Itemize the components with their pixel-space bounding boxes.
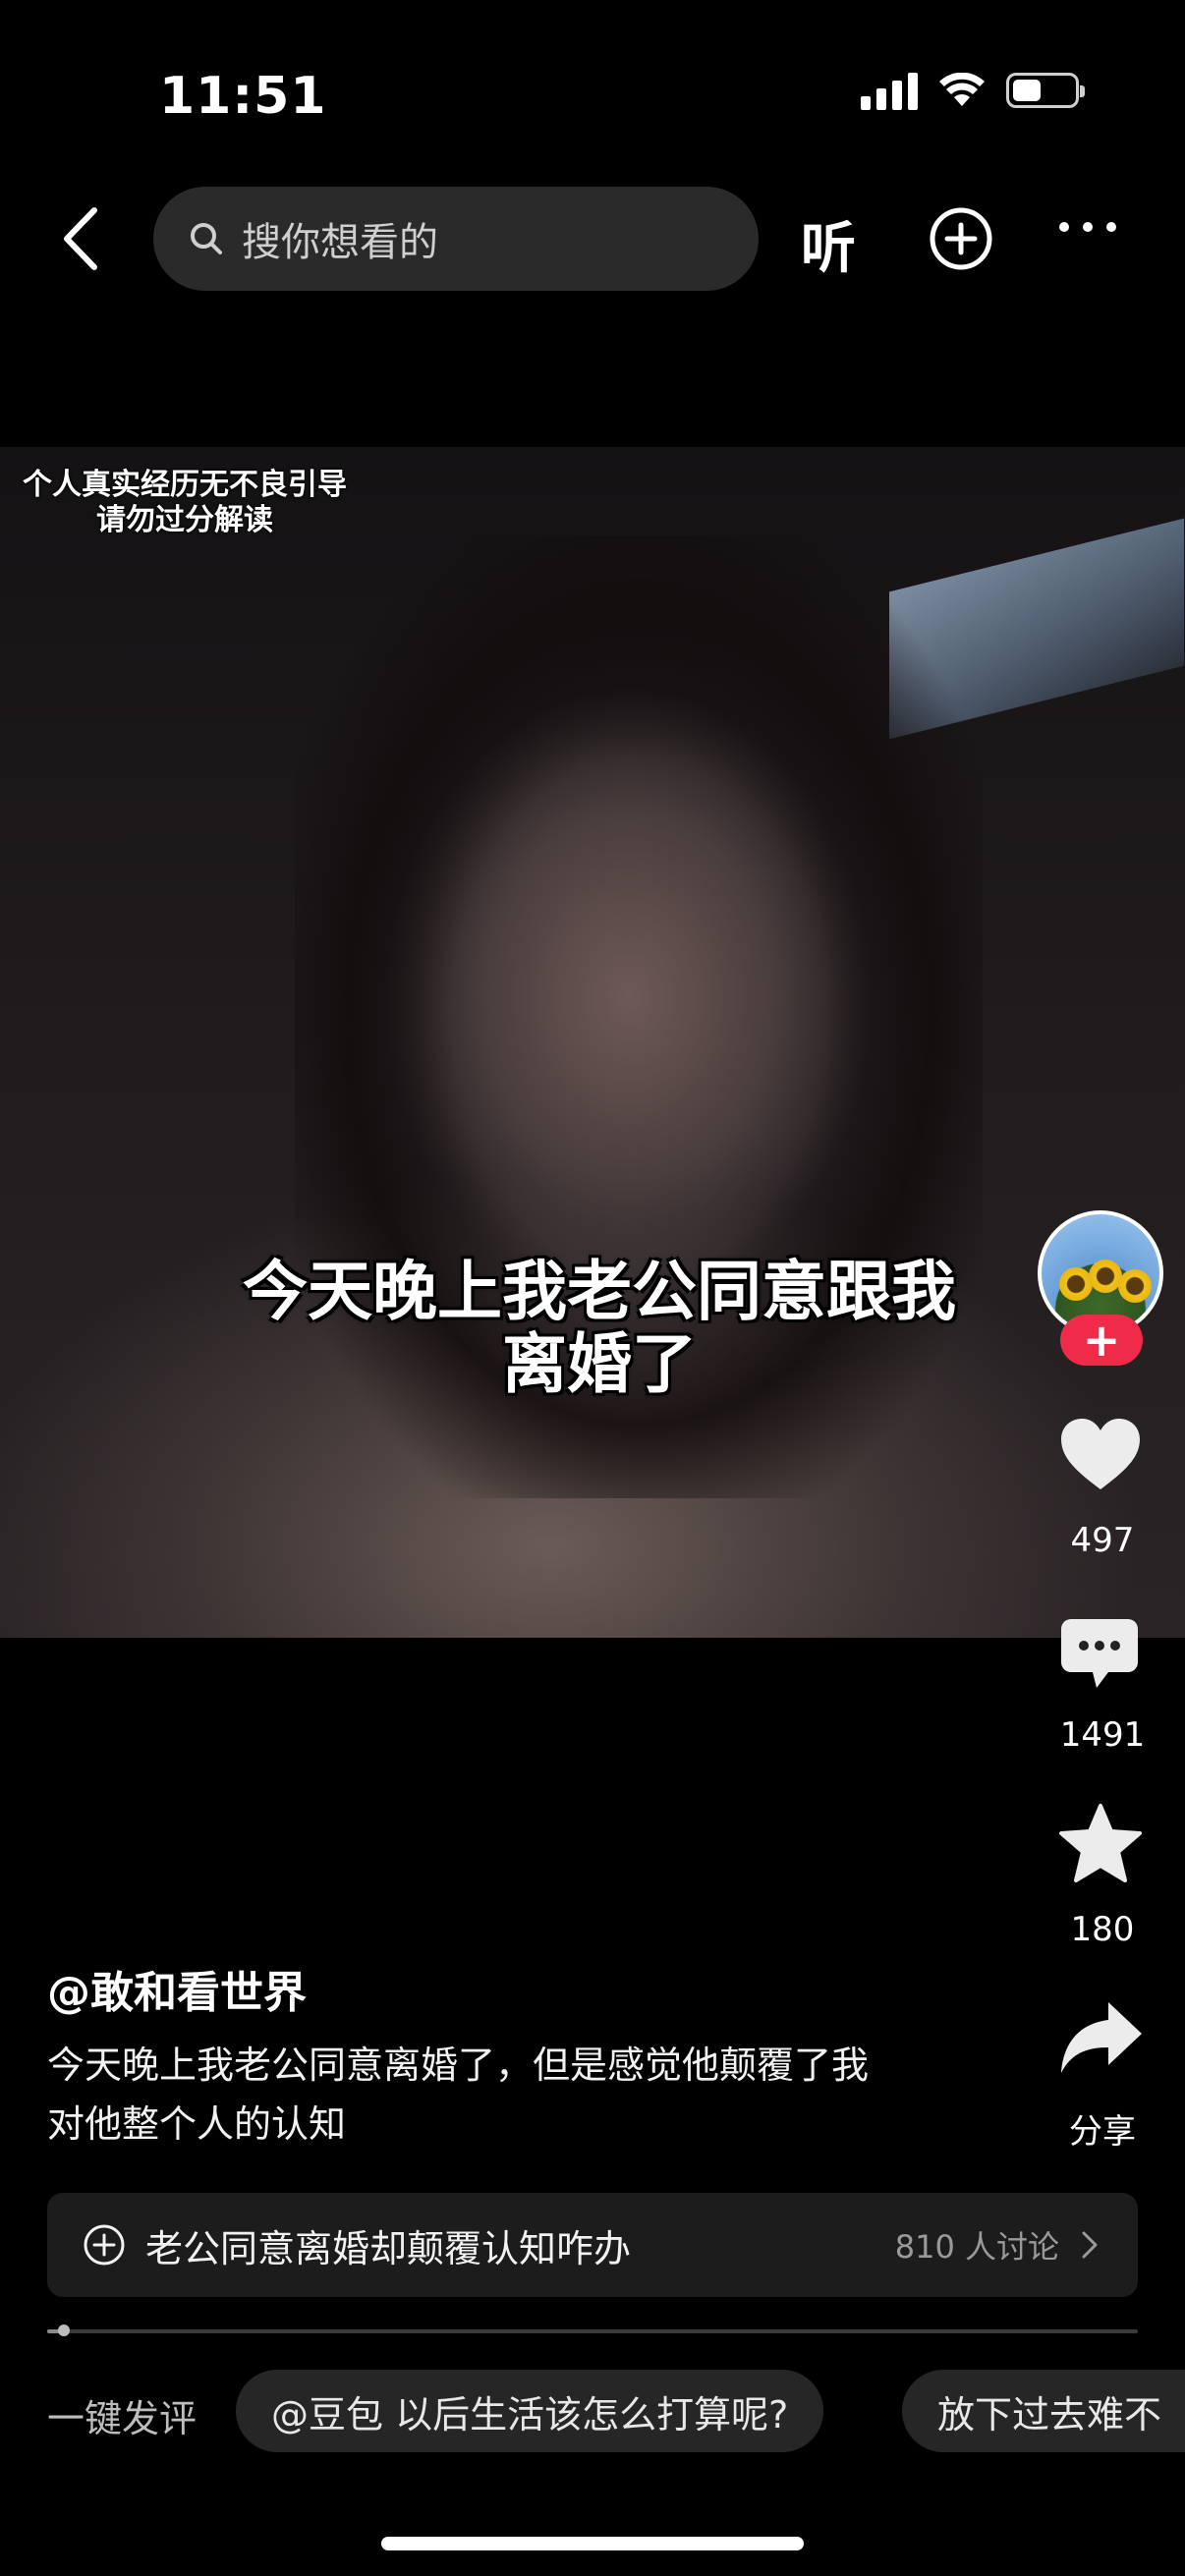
cellular-signal-icon xyxy=(861,71,918,110)
search-icon xyxy=(191,223,222,254)
add-topic-icon xyxy=(84,2224,125,2266)
battery-level xyxy=(1013,80,1041,101)
caption-line-2: 对他整个人的认知 xyxy=(47,2102,347,2146)
quick-comment-chip[interactable]: @豆包 以后生活该怎么打算呢? xyxy=(236,2370,824,2452)
comment-button[interactable] xyxy=(1057,1615,1142,1694)
comment-count: 1491 xyxy=(1059,1715,1146,1755)
sunflower-icon xyxy=(1118,1269,1152,1303)
search-input[interactable]: 搜你想看的 xyxy=(153,187,759,291)
add-button[interactable] xyxy=(929,206,993,271)
listen-button[interactable]: 听 xyxy=(801,204,856,284)
caption-line-1: 今天晚上我老公同意离婚了，但是感觉他颠覆了我 xyxy=(47,2044,870,2087)
favorite-count: 180 xyxy=(1070,1910,1135,1949)
sunflower-icon xyxy=(1089,1260,1122,1293)
home-indicator[interactable] xyxy=(381,2537,804,2550)
more-options-button[interactable] xyxy=(1059,222,1116,232)
video-disclaimer: 个人真实经历无不良引导 请勿过分解读 xyxy=(8,468,362,538)
related-topic-bar[interactable]: 老公同意离婚却颠覆认知咋办 810 人讨论 xyxy=(47,2193,1138,2297)
sunflower-icon xyxy=(1059,1267,1093,1301)
share-label: 分享 xyxy=(1069,2112,1136,2152)
back-button[interactable] xyxy=(57,204,106,273)
dot-icon xyxy=(1106,222,1116,232)
like-button[interactable] xyxy=(1057,1415,1144,1493)
like-count: 497 xyxy=(1070,1521,1135,1560)
share-button[interactable] xyxy=(1057,1998,1146,2077)
disclaimer-line-2: 请勿过分解读 xyxy=(96,503,273,537)
dot-icon xyxy=(1083,222,1093,232)
wifi-icon xyxy=(939,73,985,106)
subtitle-line-1: 今天晚上我老公同意跟我 xyxy=(243,1254,956,1329)
topic-discussion-count: 810 人讨论 xyxy=(894,2228,1059,2266)
search-placeholder: 搜你想看的 xyxy=(242,220,438,265)
disclaimer-line-1: 个人真实经历无不良引导 xyxy=(23,468,347,502)
post-caption: 今天晚上我老公同意离婚了，但是感觉他颠覆了我 对他整个人的认知 xyxy=(47,2036,971,2154)
topic-title: 老公同意离婚却颠覆认知咋办 xyxy=(145,2226,632,2270)
playback-progress[interactable] xyxy=(47,2324,1138,2336)
favorite-button[interactable] xyxy=(1057,1802,1144,1886)
battery-icon xyxy=(1006,73,1085,108)
dot-icon xyxy=(1059,222,1069,232)
chevron-right-icon xyxy=(1082,2231,1098,2259)
subtitle-line-2: 离婚了 xyxy=(502,1326,697,1402)
quick-comment-label: 一键发评 xyxy=(47,2397,198,2440)
quick-comment-chip[interactable]: 放下过去难不 xyxy=(902,2370,1185,2452)
video-player[interactable] xyxy=(0,447,1185,1638)
status-icons xyxy=(861,71,1085,110)
status-time: 11:51 xyxy=(159,67,327,126)
progress-handle[interactable] xyxy=(57,2324,70,2336)
follow-button[interactable]: + xyxy=(1060,1315,1143,1366)
author-name[interactable]: @敢和看世界 xyxy=(47,1957,307,2020)
video-subtitle: 今天晚上我老公同意跟我 离婚了 xyxy=(138,1256,1061,1401)
